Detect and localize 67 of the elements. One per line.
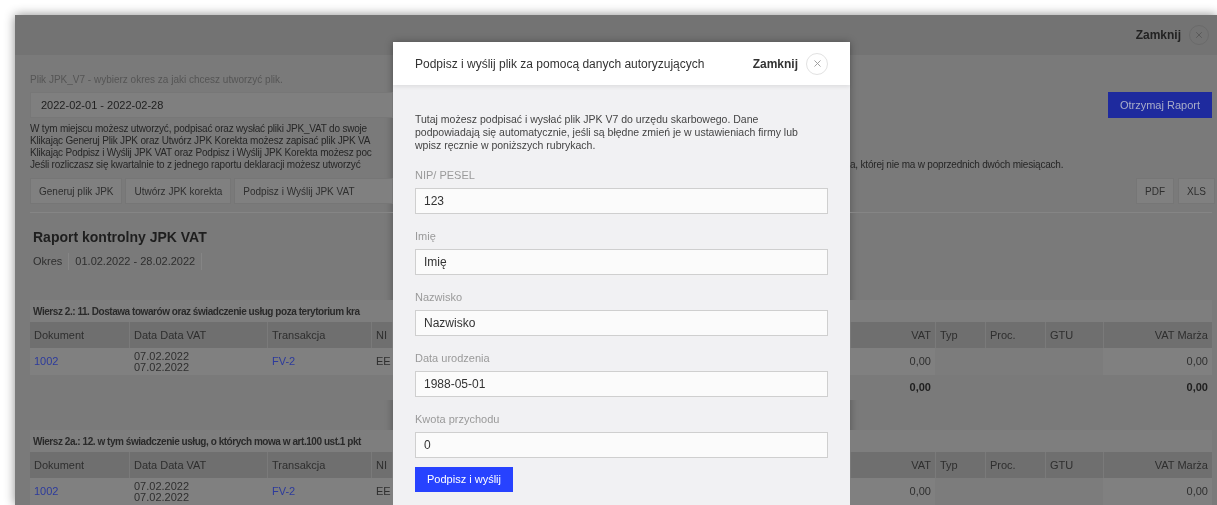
transaction-link[interactable]: FV-2	[272, 483, 296, 500]
export-button[interactable]: XLS	[1178, 178, 1215, 204]
vat-amount: 0,00	[909, 354, 931, 370]
input-field[interactable]: 1988-05-01	[415, 371, 828, 397]
column-header: VAT Marża	[1103, 322, 1212, 348]
vat-margin-amount: 0,00	[1186, 484, 1208, 500]
action-button[interactable]: Utwórz JPK korekta	[125, 178, 232, 204]
info-text: Klikając Generuj Plik JPK oraz Utwórz JPK Korekta możesz zapisać plik JPK VA	[30, 135, 372, 147]
field-label: Kwota przychodu	[415, 412, 501, 426]
date-text: 07.02.2022	[134, 480, 191, 492]
info-text: W tym miejscu możesz utworzyć, podpisać oraz wysłać pliki JPK_VAT do swoje	[30, 123, 368, 135]
export-button[interactable]: PDF	[1136, 178, 1175, 204]
document-link[interactable]: 1002	[34, 483, 59, 500]
table-cell-text: EE	[376, 354, 391, 370]
info-text: Klikając Podpisz i Wyślij JPK VAT oraz Podpisz i Wyślij JPK Korekta możesz poc	[30, 147, 373, 159]
transaction-link[interactable]: FV-2	[272, 353, 296, 370]
close-label: Zamknij	[752, 55, 798, 73]
section-title: Wiersz 2a.: 12. w tym świadczenie usług, o których mowa w art.100 ust.1 pkt	[33, 434, 361, 449]
action-button[interactable]: Generuj plik JPK	[30, 178, 123, 204]
vat-margin-total: 0,00	[1186, 380, 1208, 396]
close-label: Zamknij	[1135, 27, 1181, 44]
column-header: Proc.	[985, 452, 1045, 478]
column-header: Data Data VAT	[130, 322, 268, 348]
column-header: VAT Marża	[1103, 452, 1212, 478]
close-icon	[1194, 30, 1204, 40]
vat-total: 0,00	[909, 380, 931, 396]
column-header: VAT	[850, 452, 935, 478]
column-header: Transakcja	[268, 452, 372, 478]
column-header: GTU	[1045, 452, 1103, 478]
column-header: Data Data VAT	[130, 452, 268, 478]
vat-amount: 0,00	[909, 484, 931, 500]
vat-margin-amount: 0,00	[1186, 354, 1208, 370]
column-header: Transakcja	[268, 322, 372, 348]
period-field[interactable]: 2022-02-01 - 2022-02-28	[30, 92, 393, 118]
dialog-description: Tutaj możesz podpisać i wysłać plik JPK V7 do urzędu skarbowego. Dane podpowiadają się automatycznie, jeśli są błędne zmień je w ustawieniach firmy lub wpisz ręcznie w poniższych rubrykach.	[415, 113, 799, 152]
input-field[interactable]: 0	[415, 432, 828, 458]
info-text: a, której nie ma w poprzednich dwóch miesiącach.	[850, 159, 1064, 171]
date-text: 07.02.2022	[134, 361, 191, 373]
column-header: Proc.	[985, 322, 1045, 348]
column-header: NI	[372, 322, 393, 348]
field-label: NIP/ PESEL	[415, 168, 476, 182]
dialog-title: Podpisz i wyślij plik za pomocą danych autoryzujących	[415, 55, 705, 73]
column-header: GTU	[1045, 322, 1103, 348]
report-period: 01.02.2022 - 28.02.2022	[69, 253, 203, 270]
section-title: Wiersz 2.: 11. Dostawa towarów oraz świadczenie usług poza terytorium kra	[33, 304, 360, 319]
info-text: Jeśli rozliczasz się kwartalnie to z jednego raportu deklaracji możesz utworzyć	[30, 159, 361, 171]
input-field[interactable]: Imię	[415, 249, 828, 275]
date-text: 07.02.2022	[134, 491, 191, 503]
date-text: 07.02.2022	[134, 350, 191, 362]
column-header: Typ	[935, 322, 985, 348]
field-label: Imię	[415, 229, 437, 243]
field-label: Nazwisko	[415, 290, 464, 304]
submit-button[interactable]: Podpisz i wyślij	[415, 467, 513, 492]
column-header: VAT	[850, 322, 935, 348]
column-header: NI	[372, 452, 393, 478]
input-field[interactable]: Nazwisko	[415, 310, 828, 336]
input-field[interactable]: 123	[415, 188, 828, 214]
period-caption: Okres	[33, 253, 70, 270]
column-header: Typ	[935, 452, 985, 478]
document-link[interactable]: 1002	[34, 353, 59, 370]
get-report-button[interactable]: Otrzymaj Raport	[1107, 92, 1212, 118]
close-icon	[811, 58, 823, 69]
column-header: Dokument	[30, 322, 130, 348]
field-label: Data urodzenia	[415, 351, 491, 365]
report-title: Raport kontrolny JPK VAT	[32, 228, 208, 247]
table-cell-text: EE	[376, 484, 391, 500]
column-header: Dokument	[30, 452, 130, 478]
